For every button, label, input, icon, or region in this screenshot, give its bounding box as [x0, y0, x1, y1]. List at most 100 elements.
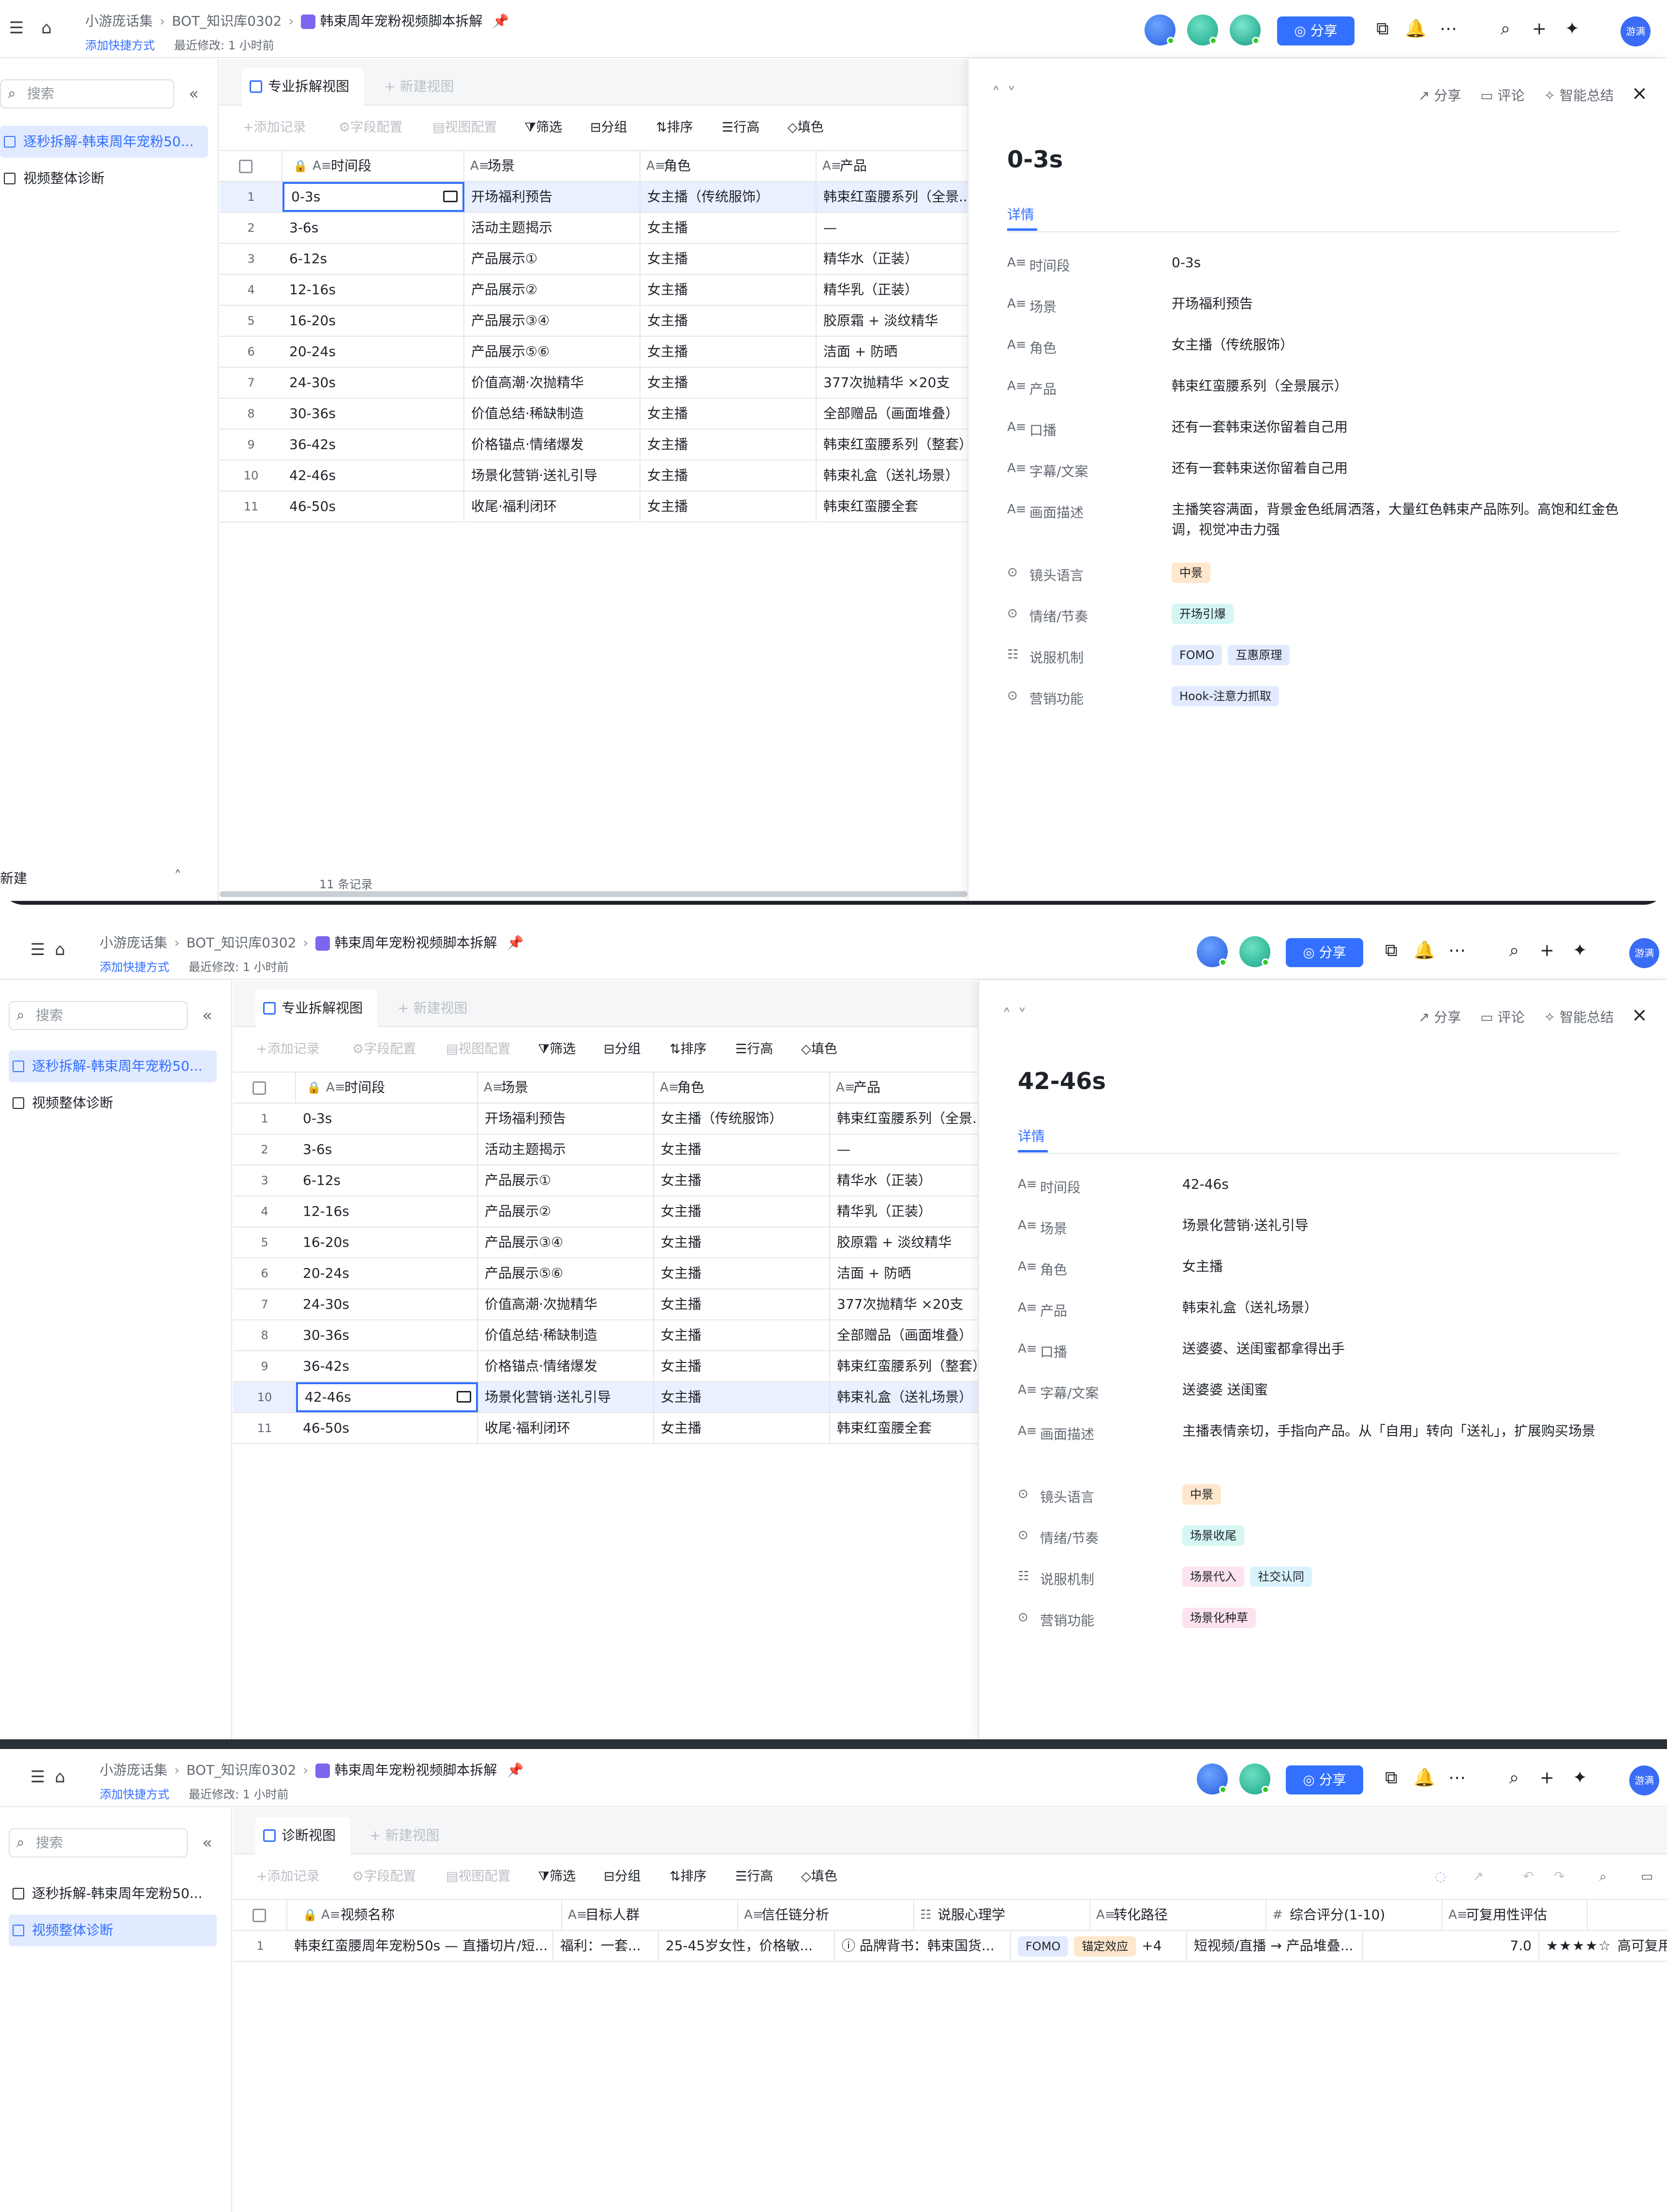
table-cell-role[interactable]: 女主播 — [640, 306, 817, 336]
filter-button[interactable]: ⧩ 筛选 — [538, 1027, 576, 1072]
table-cell-hook[interactable]: 福利：一套... — [553, 1931, 659, 1961]
more-icon[interactable]: ⋯ — [1446, 1767, 1468, 1789]
row-height-button[interactable]: ☰ 行高 — [735, 1854, 773, 1899]
group-button[interactable]: ⊟ 分组 — [604, 1854, 641, 1899]
table-cell-role[interactable]: 女主播 — [654, 1166, 830, 1196]
table-cell-scene[interactable]: 活动主题揭示 — [478, 1135, 654, 1165]
table-cell-time[interactable]: 3-6s — [283, 213, 464, 243]
tab-diagnosis-view[interactable]: 诊断视图 — [255, 1817, 351, 1854]
add-shortcut-link[interactable]: 添加快捷方式 — [100, 1788, 169, 1801]
expand-record-icon[interactable] — [457, 1391, 471, 1403]
breadcrumb-folder[interactable]: BOT_知识库0302 — [172, 13, 282, 29]
horizontal-scrollbar[interactable] — [220, 891, 967, 897]
table-cell-role[interactable]: 女主播 — [654, 1413, 830, 1443]
new-view-button[interactable]: + 新建视图 — [384, 68, 454, 105]
field-value[interactable]: 0-3s — [1172, 253, 1620, 273]
table-cell-time[interactable]: 12-16s — [296, 1196, 478, 1226]
detail-share-button[interactable]: ↗ 分享 — [1418, 88, 1461, 104]
table-cell-role[interactable]: 女主播（传统服饰） — [640, 182, 817, 212]
sidebar-toggle-icon[interactable]: ☰ — [28, 940, 47, 959]
table-row[interactable]: 936-42s价格锚点·情绪爆发女主播韩束红蛮腰系列（整套）399一 — [220, 430, 1089, 461]
collapse-sidebar-icon[interactable]: « — [202, 1006, 212, 1025]
home-icon[interactable]: ⌂ — [37, 18, 56, 38]
table-cell-role[interactable]: 女主播 — [654, 1196, 830, 1226]
field-value[interactable]: 主播表情亲切，手指向产品。从「自用」转向「送礼」，扩展购买场景 — [1182, 1421, 1620, 1441]
fill-button[interactable]: ◇ 填色 — [801, 1027, 837, 1072]
sidebar-item-breakdown[interactable]: 逐秒拆解-韩束周年宠粉50... — [9, 1050, 217, 1082]
redo-icon[interactable]: ↷ — [1554, 1854, 1565, 1899]
plus-icon[interactable]: + — [1536, 940, 1558, 961]
table-cell-scene[interactable]: 价格锚点·情绪爆发 — [464, 430, 640, 460]
field-value[interactable]: 还有一套韩束送你留着自己用 — [1172, 458, 1620, 478]
table-cell-product[interactable]: 韩束红蛮腰全套 — [817, 492, 993, 522]
puzzle-icon[interactable]: ⧉ — [1381, 940, 1402, 961]
table-cell-role[interactable]: 女主播 — [640, 461, 817, 491]
table-row[interactable]: 10-3s开场福利预告女主播（传统服饰）韩束红蛮腰系列（全景...还有一 — [220, 182, 1089, 213]
table-cell-scene[interactable]: 价值总结·稀缺制造 — [478, 1320, 654, 1350]
view-config-button[interactable]: ▤ 视图配置 — [432, 105, 497, 150]
table-cell-time[interactable]: 20-24s — [283, 337, 464, 367]
field-config-button[interactable]: ⚙ 字段配置 — [339, 105, 402, 150]
tab-details[interactable]: 详情 — [1007, 204, 1034, 224]
avatar[interactable] — [1187, 15, 1218, 45]
table-cell-scene[interactable]: 产品展示③④ — [478, 1227, 654, 1257]
search-icon[interactable]: ⌕ — [1495, 18, 1516, 40]
sidebar-item-breakdown[interactable]: 逐秒拆解-韩束周年宠粉50... — [9, 1878, 217, 1910]
table-cell-role[interactable]: 女主播 — [654, 1289, 830, 1319]
tab-professional-view[interactable]: 专业拆解视图 — [255, 989, 378, 1027]
record-nav-arrows[interactable]: ˄˅ — [992, 84, 1023, 104]
field-value[interactable]: FOMO 互惠原理 — [1172, 644, 1620, 665]
detail-comment-button[interactable]: ▭ 评论 — [1480, 88, 1524, 104]
field-value[interactable]: 中景 — [1182, 1484, 1620, 1505]
bell-icon[interactable]: 🔔 — [1405, 18, 1427, 40]
share-arrow-icon[interactable]: ↗ — [1473, 1854, 1484, 1899]
table-row[interactable]: 830-36s价值总结·稀缺制造女主播全部赠品（画面堆叠）拍到手 — [220, 399, 1089, 430]
field-value[interactable]: 场景收尾 — [1182, 1525, 1620, 1546]
user-avatar[interactable]: 游满 — [1621, 16, 1651, 46]
add-record-button[interactable]: + 添加记录 — [256, 1027, 320, 1072]
ai-icon[interactable]: ◌ — [1435, 1854, 1446, 1899]
field-value[interactable]: 韩束礼盒（送礼场景） — [1182, 1298, 1620, 1318]
table-row[interactable]: 620-24s产品展示⑤⑥女主播洁面 + 防晒洁面防 — [220, 337, 1089, 368]
field-value[interactable]: 42-46s — [1182, 1174, 1620, 1195]
table-cell-scene[interactable]: 产品展示① — [478, 1166, 654, 1196]
avatar[interactable] — [1145, 15, 1176, 45]
table-cell-role[interactable]: 女主播（传统服饰） — [654, 1104, 830, 1134]
table-cell-scene[interactable]: 产品展示② — [478, 1196, 654, 1226]
tab-details[interactable]: 详情 — [1018, 1126, 1045, 1145]
table-row[interactable]: 36-12s产品展示①女主播精华水（正装）先给你 — [220, 244, 1089, 275]
filter-button[interactable]: ⧩ 筛选 — [538, 1854, 576, 1899]
table-cell-scene[interactable]: 价值总结·稀缺制造 — [464, 399, 640, 429]
plus-icon[interactable]: + — [1536, 1767, 1558, 1789]
table-cell-time[interactable]: 36-42s — [283, 430, 464, 460]
add-shortcut-link[interactable]: 添加快捷方式 — [85, 39, 155, 52]
table-cell-score[interactable]: 7.0 — [1363, 1931, 1539, 1961]
user-avatar[interactable]: 游满 — [1629, 938, 1659, 968]
user-avatar[interactable]: 游满 — [1629, 1765, 1659, 1795]
chevron-up-icon[interactable]: ˄ — [174, 868, 181, 885]
avatar[interactable] — [1230, 15, 1261, 45]
group-button[interactable]: ⊟ 分组 — [604, 1027, 641, 1072]
sort-button[interactable]: ⇅ 排序 — [670, 1027, 707, 1072]
table-row[interactable]: 23-6s活动主题揭示女主播—周年庆 — [220, 213, 1089, 244]
table-cell-scene[interactable]: 产品展示⑤⑥ — [478, 1258, 654, 1288]
table-cell-time[interactable]: 42-46s — [296, 1382, 478, 1412]
group-button[interactable]: ⊟ 分组 — [590, 105, 627, 150]
search-input[interactable]: ⌕ 搜索 — [9, 1828, 188, 1857]
table-row[interactable]: 1146-50s收尾·福利闭环女主播韩束红蛮腰全套还有一 — [233, 1413, 1103, 1444]
table-cell-time[interactable]: 30-36s — [296, 1320, 478, 1350]
search-icon[interactable]: ⌕ — [1503, 940, 1525, 961]
detail-summary-button[interactable]: ✧ 智能总结 — [1544, 1009, 1614, 1025]
detail-share-button[interactable]: ↗ 分享 — [1418, 1009, 1461, 1025]
search-input[interactable]: ⌕ 搜索 — [9, 1001, 188, 1030]
sparkle-icon[interactable]: ✦ — [1569, 1767, 1591, 1789]
home-icon[interactable]: ⌂ — [50, 1767, 70, 1787]
bell-icon[interactable]: 🔔 — [1414, 1767, 1435, 1789]
sidebar-new[interactable]: 新建 ˄ — [0, 868, 181, 887]
table-cell-role[interactable]: 女主播 — [654, 1135, 830, 1165]
table-row[interactable]: 516-20s产品展示③④女主播胶原霜 + 淡纹精华胶原霜 — [233, 1227, 1103, 1258]
select-all-checkbox[interactable] — [233, 1900, 287, 1930]
table-row[interactable]: 10-3s开场福利预告女主播（传统服饰）韩束红蛮腰系列（全景...还有一 — [233, 1104, 1103, 1135]
avatar[interactable] — [1197, 936, 1228, 967]
share-button[interactable]: ◎ 分享 — [1277, 16, 1354, 45]
